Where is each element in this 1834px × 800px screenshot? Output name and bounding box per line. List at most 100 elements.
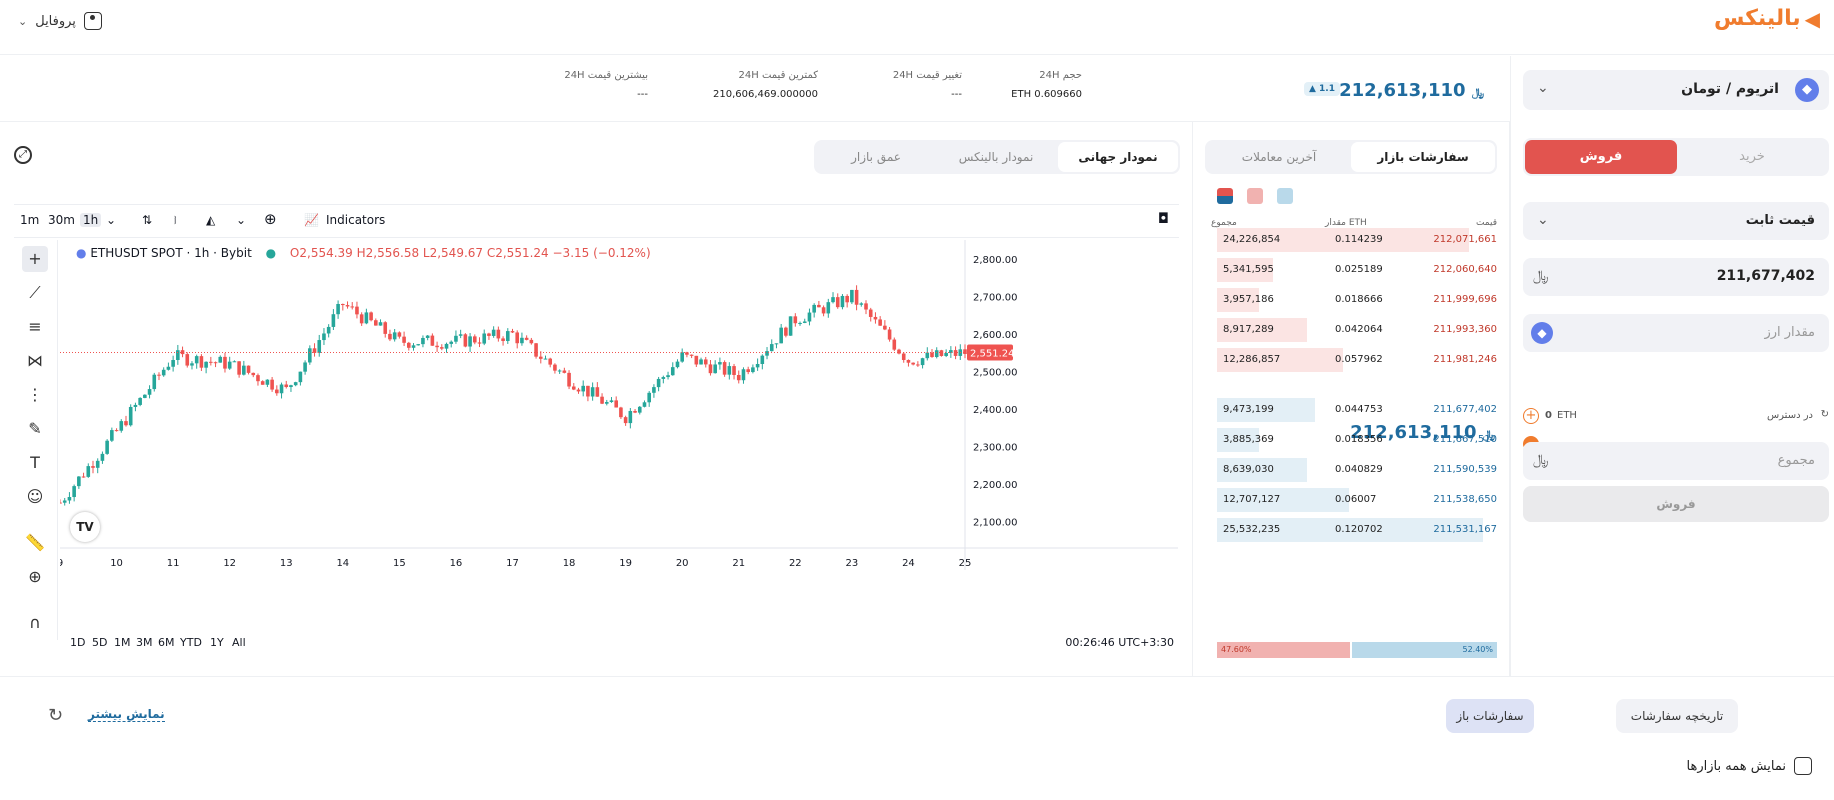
orderbook-row[interactable]: 211,590,539 0.040829 8,639,030: [1217, 458, 1497, 482]
fib-icon[interactable]: ≡: [22, 314, 48, 340]
magnet-icon[interactable]: ∩: [22, 610, 48, 636]
zoom-icon[interactable]: ⊕: [22, 564, 48, 590]
interval-1h[interactable]: 1h: [80, 213, 102, 227]
amount-input[interactable]: مقدار ارز ◆: [1523, 314, 1829, 352]
open-orders-tab[interactable]: سفارشات باز: [1446, 699, 1534, 733]
ruler-icon[interactable]: 📏: [22, 530, 48, 556]
range-1d[interactable]: 1D: [70, 636, 85, 649]
orderbook-row[interactable]: 211,999,696 0.018666 3,957,186: [1217, 288, 1497, 312]
tab-balinex-chart[interactable]: نمودار بالینکس: [936, 142, 1056, 172]
tradingview-logo[interactable]: TV: [70, 512, 100, 542]
candle-body: [854, 289, 859, 305]
orderbook-row[interactable]: 211,531,167 0.120702 25,532,235: [1217, 518, 1497, 542]
range-all[interactable]: All: [232, 636, 246, 649]
candle-body: [298, 371, 303, 383]
logo[interactable]: ◀ بالینکس: [1714, 6, 1820, 31]
candle-body: [868, 309, 873, 317]
orderbook-row[interactable]: 211,667,510 0.018356 3,885,369: [1217, 428, 1497, 452]
pair-selector[interactable]: ◆ اتریوم / تومان ⌄: [1523, 70, 1829, 110]
trendline-icon[interactable]: ⟋: [22, 280, 48, 306]
asks-view-icon[interactable]: [1247, 188, 1263, 204]
candles-icon[interactable]: ⧘: [174, 213, 177, 228]
range-1m[interactable]: 1M: [114, 636, 131, 649]
tab-market-depth[interactable]: عمق بازار: [816, 142, 936, 172]
top-bar: ◀ بالینکس ⌄ پروفایل: [0, 0, 1834, 55]
indicators-button[interactable]: Indicators: [326, 213, 385, 227]
crosshair-icon[interactable]: +: [22, 246, 48, 272]
candle-body: [454, 335, 458, 342]
profile-menu[interactable]: ⌄ پروفایل: [18, 12, 102, 30]
text-icon[interactable]: T: [22, 450, 48, 476]
candle-body: [185, 354, 190, 366]
candle-body: [887, 329, 892, 340]
candle-body: [703, 359, 708, 365]
chevron-down-icon[interactable]: ⌄: [236, 213, 246, 227]
orderbook-row[interactable]: 211,538,650 0.06007 12,707,127: [1217, 488, 1497, 512]
buy-tab[interactable]: خرید: [1677, 140, 1827, 174]
camera-icon[interactable]: ◘: [1158, 211, 1169, 227]
candle-body: [128, 406, 133, 426]
range-1y[interactable]: 1Y: [210, 636, 224, 649]
bids-view-icon[interactable]: [1277, 188, 1293, 204]
total-input[interactable]: مجموع ﷼: [1523, 442, 1829, 480]
orderbook-view-icons: [1217, 188, 1293, 204]
price-input[interactable]: 211,677,402 ﷼: [1523, 258, 1829, 296]
projection-icon[interactable]: ⋮: [22, 382, 48, 408]
refresh-icon[interactable]: ↻: [1821, 409, 1829, 420]
candle-body: [963, 349, 967, 354]
range-6m[interactable]: 6M: [158, 636, 175, 649]
area-chart-icon[interactable]: ◭: [206, 213, 215, 227]
indicators-icon[interactable]: 📈: [304, 213, 319, 227]
order-type-select[interactable]: قیمت ثابت ⌄: [1523, 202, 1829, 240]
add-compare-icon[interactable]: ⊕: [264, 210, 277, 228]
available-value: 0: [1545, 410, 1552, 421]
candle-body: [91, 466, 95, 468]
emoji-icon[interactable]: ☺: [22, 484, 48, 510]
orderbook-row[interactable]: 211,677,402 0.044753 9,473,199: [1217, 398, 1497, 422]
candle-body: [840, 295, 845, 308]
checkbox[interactable]: [1794, 757, 1812, 775]
candle-body: [303, 362, 307, 372]
interval-1m[interactable]: 1m: [20, 213, 39, 227]
show-more-link[interactable]: نمایش بیشتر: [88, 707, 165, 722]
y-tick-label: 2,400.00: [973, 405, 1018, 416]
plus-icon[interactable]: +: [1523, 408, 1539, 424]
range-3m[interactable]: 3M: [136, 636, 153, 649]
tab-market-orders[interactable]: سفارشات بازار: [1351, 142, 1495, 172]
candle-body: [449, 341, 454, 344]
price-chart[interactable]: ● ETHUSDT SPOT · 1h · Bybit ● O2,554.39 …: [57, 240, 1178, 570]
refresh-icon[interactable]: ↻: [48, 705, 63, 726]
interval-30m[interactable]: 30m: [48, 213, 75, 227]
expand-icon[interactable]: ⤢: [14, 146, 32, 164]
orderbook-row[interactable]: 211,993,360 0.042064 8,917,289: [1217, 318, 1497, 342]
candle-body: [265, 379, 270, 385]
order-history-tab[interactable]: تاریخچه سفارشات: [1616, 699, 1738, 733]
tab-global-chart[interactable]: نمودار جهانی: [1058, 142, 1178, 172]
bar-type-icon[interactable]: ⇅: [142, 213, 152, 227]
chevron-down-icon[interactable]: ⌄: [106, 213, 116, 227]
y-tick-label: 2,600.00: [973, 330, 1018, 341]
orderbook-row[interactable]: 212,060,640 0.025189 5,341,595: [1217, 258, 1497, 282]
tab-last-trades[interactable]: آخرین معاملات: [1207, 142, 1351, 172]
range-ytd[interactable]: YTD: [180, 636, 202, 649]
candle-body: [260, 381, 265, 385]
market-stats: 212,613,110 ﷼ ▲ 1.1 حجم 24H ETH 0.609660 …: [0, 56, 1510, 122]
x-tick-label: 13: [280, 558, 293, 569]
candle-body: [114, 430, 119, 432]
sell-ratio: 47.60%: [1217, 642, 1350, 658]
submit-sell-button[interactable]: فروش: [1523, 486, 1829, 522]
candle-body: [835, 297, 840, 308]
sell-tab[interactable]: فروش: [1525, 140, 1677, 174]
range-5d[interactable]: 5D: [92, 636, 107, 649]
row-price: 211,590,539: [1433, 464, 1497, 475]
candle-body: [751, 367, 755, 373]
side-tabs: فروش خرید: [1523, 138, 1829, 176]
orderbook-row[interactable]: 211,981,246 0.057962 12,286,857: [1217, 348, 1497, 372]
pattern-icon[interactable]: ⋈: [22, 348, 48, 374]
both-view-icon[interactable]: [1217, 188, 1233, 204]
candle-body: [275, 389, 279, 394]
buy-sell-ratio: 47.60% 52.40%: [1217, 642, 1497, 658]
brush-icon[interactable]: ✎: [22, 416, 48, 442]
orderbook-row[interactable]: 212,071,661 0.114239 24,226,854: [1217, 228, 1497, 252]
show-all-markets[interactable]: نمایش همه بازارها: [1687, 757, 1812, 775]
